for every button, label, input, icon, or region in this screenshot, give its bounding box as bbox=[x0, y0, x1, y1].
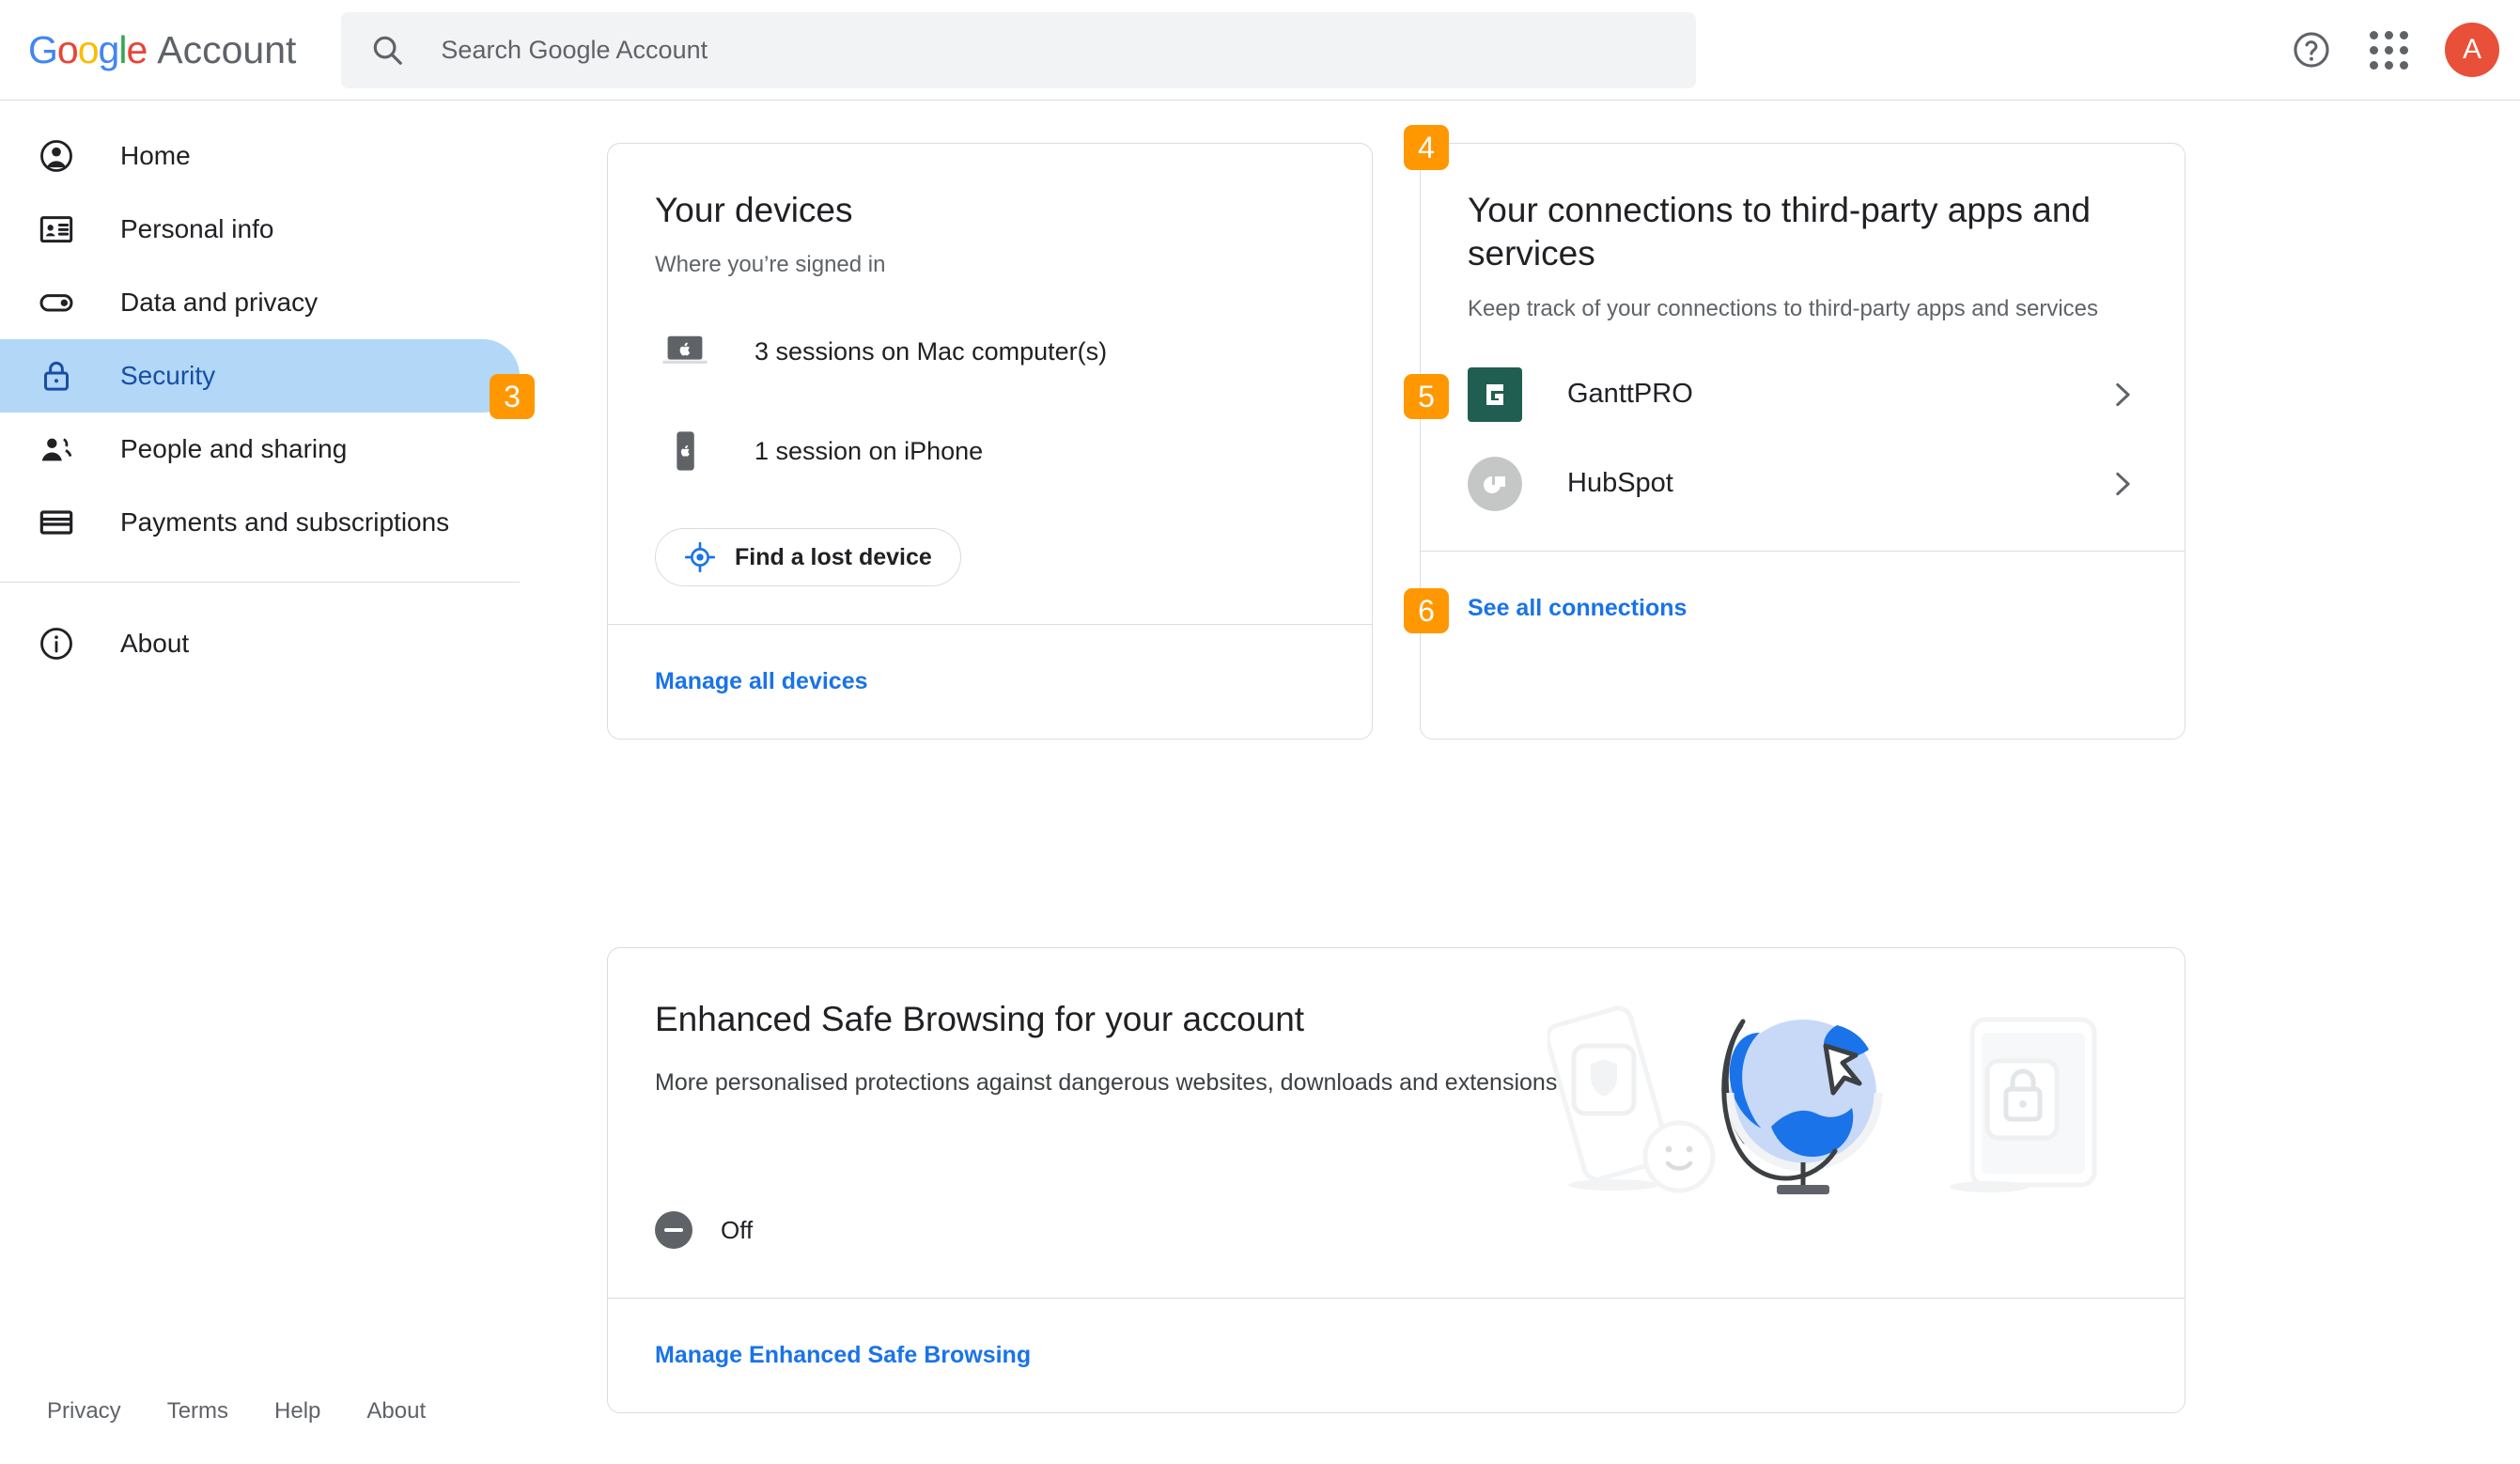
connections-card: Your connections to third-party apps and… bbox=[1420, 143, 2186, 740]
sidebar-item-label: Payments and subscriptions bbox=[120, 507, 450, 537]
google-wordmark: Google bbox=[28, 27, 148, 71]
mac-laptop-icon bbox=[655, 321, 715, 382]
connections-card-title: Your connections to third-party apps and… bbox=[1468, 191, 2092, 273]
help-circle-icon[interactable] bbox=[2291, 29, 2332, 70]
annotation-badge-3: 3 bbox=[490, 374, 535, 419]
id-card-icon bbox=[39, 216, 73, 243]
sidebar-item-label: Data and privacy bbox=[120, 288, 319, 317]
sidebar-item-data-and-privacy[interactable]: Data and privacy bbox=[0, 266, 520, 339]
device-session-label: 1 session on iPhone bbox=[754, 436, 984, 465]
sidebar-item-personal-info[interactable]: Personal info bbox=[0, 193, 520, 266]
toggle-switch-icon bbox=[39, 294, 73, 312]
sidebar-item-payments-and-subscriptions[interactable]: Payments and subscriptions bbox=[0, 486, 520, 559]
footer-link-terms[interactable]: Terms bbox=[167, 1398, 228, 1425]
enhanced-safe-browsing-description: More personalised protections against da… bbox=[655, 1069, 1564, 1096]
find-a-lost-device-label: Find a lost device bbox=[735, 543, 932, 570]
sidebar-item-home[interactable]: Home bbox=[0, 119, 520, 193]
enhanced-safe-browsing-body: Enhanced Safe Browsing for your account … bbox=[608, 948, 2185, 1298]
footer-link-help[interactable]: Help bbox=[274, 1398, 320, 1425]
avatar-initial: A bbox=[2462, 34, 2481, 65]
page-footer: Privacy Terms Help About bbox=[47, 1398, 426, 1425]
connection-row-ganttpro[interactable]: GanttPRO bbox=[1468, 350, 2138, 439]
connections-app-list: GanttPRO HubSpot bbox=[1468, 350, 2138, 528]
enhanced-safe-browsing-card: Enhanced Safe Browsing for your account … bbox=[607, 947, 2186, 1413]
info-circle-icon bbox=[40, 628, 72, 660]
credit-card-icon bbox=[39, 510, 73, 535]
enhanced-safe-browsing-status: Off bbox=[655, 1211, 753, 1249]
device-session-label: 3 sessions on Mac computer(s) bbox=[754, 336, 1108, 366]
search-bar[interactable]: Search Google Account bbox=[341, 11, 1697, 88]
devices-card: Your devices Where you’re signed in 3 se… bbox=[607, 143, 1373, 740]
sidebar-item-label: People and sharing bbox=[120, 434, 348, 463]
sidebar-item-about[interactable]: About bbox=[0, 607, 520, 680]
chevron-right-icon bbox=[2116, 472, 2130, 495]
sidebar-item-people-and-sharing[interactable]: People and sharing bbox=[0, 413, 520, 486]
manage-enhanced-safe-browsing-link[interactable]: Manage Enhanced Safe Browsing bbox=[608, 1299, 2185, 1412]
find-a-lost-device-button[interactable]: Find a lost device bbox=[655, 528, 961, 587]
sidebar-divider bbox=[0, 582, 520, 583]
globe-devices-illustration bbox=[1548, 1005, 2097, 1194]
search-input[interactable]: Search Google Account bbox=[441, 36, 708, 65]
chevron-right-icon bbox=[2116, 382, 2130, 406]
minus-circle-icon bbox=[655, 1211, 692, 1249]
brand-word: Account bbox=[157, 27, 297, 71]
lock-icon bbox=[43, 361, 70, 391]
apps-grid-icon[interactable] bbox=[2368, 29, 2409, 70]
annotation-badge-5: 5 bbox=[1404, 374, 1449, 419]
ganttpro-logo-icon bbox=[1468, 366, 1522, 422]
sidebar-nav: Home Personal info Data and privacy Secu… bbox=[0, 101, 520, 680]
sidebar-item-label: Personal info bbox=[120, 214, 274, 243]
device-session-row[interactable]: 3 sessions on Mac computer(s) bbox=[655, 321, 1325, 382]
footer-link-about[interactable]: About bbox=[366, 1398, 426, 1425]
device-session-row[interactable]: 1 session on iPhone bbox=[655, 421, 1325, 481]
connections-card-body: Your connections to third-party apps and… bbox=[1421, 144, 2185, 551]
devices-card-title: Your devices bbox=[655, 191, 853, 229]
devices-card-body: Your devices Where you’re signed in 3 se… bbox=[608, 144, 1372, 624]
status-badge: Off bbox=[721, 1215, 754, 1244]
account-circle-icon bbox=[40, 140, 72, 172]
annotation-badge-6: 6 bbox=[1404, 588, 1449, 633]
iphone-icon bbox=[655, 421, 715, 481]
connection-name: GanttPRO bbox=[1567, 379, 1693, 410]
sidebar-item-label: About bbox=[120, 629, 190, 658]
people-icon bbox=[41, 438, 72, 461]
hubspot-logo-icon bbox=[1468, 456, 1522, 511]
google-account-logo[interactable]: Google Account bbox=[28, 28, 296, 72]
location-target-icon bbox=[684, 541, 716, 573]
annotation-badge-4: 4 bbox=[1404, 125, 1449, 170]
avatar[interactable]: A bbox=[2445, 23, 2499, 77]
manage-all-devices-link[interactable]: Manage all devices bbox=[608, 625, 1372, 739]
sidebar-item-security[interactable]: Security bbox=[0, 339, 520, 413]
see-all-connections-link[interactable]: See all connections bbox=[1421, 552, 2185, 665]
connection-row-hubspot[interactable]: HubSpot bbox=[1468, 439, 2138, 528]
connections-card-subtitle: Keep track of your connections to third-… bbox=[1468, 295, 2099, 321]
connection-name: HubSpot bbox=[1567, 468, 1673, 499]
sidebar-item-label: Home bbox=[120, 141, 191, 170]
app-header: Google Account Search Google Account A bbox=[0, 0, 2520, 101]
header-actions: A bbox=[2291, 23, 2499, 77]
sidebar-item-label: Security bbox=[120, 361, 216, 390]
search-icon bbox=[374, 36, 403, 65]
devices-card-subtitle: Where you’re signed in bbox=[655, 252, 886, 278]
cards-row-top: Your devices Where you’re signed in 3 se… bbox=[607, 143, 2186, 740]
footer-link-privacy[interactable]: Privacy bbox=[47, 1398, 121, 1425]
